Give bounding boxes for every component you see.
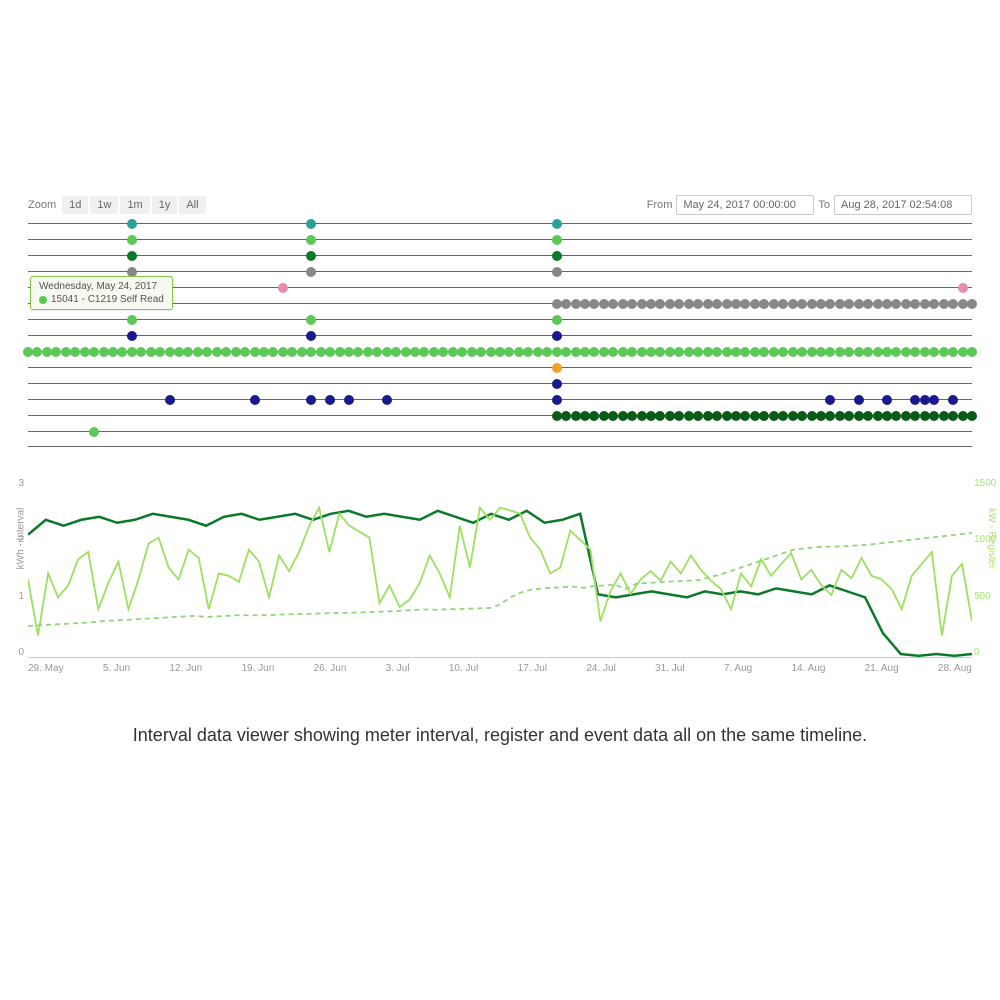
event-dot[interactable] — [306, 251, 316, 261]
tooltip-item-label: 15041 - C1219 Self Read — [51, 294, 164, 305]
event-dot[interactable] — [325, 395, 335, 405]
event-dot[interactable] — [306, 267, 316, 277]
from-date-input[interactable] — [676, 195, 814, 215]
event-timeline-chart[interactable]: Wednesday, May 24, 2017 15041 - C1219 Se… — [0, 223, 1000, 443]
event-dot[interactable] — [306, 219, 316, 229]
zoom-1y-button[interactable]: 1y — [152, 196, 178, 214]
event-row — [28, 239, 972, 255]
zoom-1m-button[interactable]: 1m — [120, 196, 149, 214]
event-row — [28, 431, 972, 447]
y-axis-left: 3210 — [6, 478, 24, 658]
tooltip: Wednesday, May 24, 2017 15041 - C1219 Se… — [30, 276, 173, 310]
event-dot[interactable] — [948, 395, 958, 405]
to-date-input[interactable] — [834, 195, 972, 215]
event-row — [28, 351, 972, 367]
event-dot[interactable] — [306, 315, 316, 325]
event-row — [28, 255, 972, 271]
y-axis-right: 150010005000 — [974, 478, 1000, 658]
event-dot[interactable] — [967, 411, 977, 421]
event-dot[interactable] — [552, 251, 562, 261]
event-dot[interactable] — [882, 395, 892, 405]
event-dot[interactable] — [552, 395, 562, 405]
caption: Interval data viewer showing meter inter… — [0, 723, 1000, 748]
zoom-label: Zoom — [28, 199, 56, 211]
event-dot[interactable] — [967, 299, 977, 309]
event-dot[interactable] — [278, 283, 288, 293]
event-dot[interactable] — [552, 267, 562, 277]
zoom-all-button[interactable]: All — [179, 196, 205, 214]
event-dot[interactable] — [306, 331, 316, 341]
event-row — [28, 319, 972, 335]
event-dot[interactable] — [382, 395, 392, 405]
event-dot[interactable] — [89, 427, 99, 437]
event-dot[interactable] — [306, 235, 316, 245]
plot-area — [28, 478, 972, 658]
zoom-1d-button[interactable]: 1d — [62, 196, 88, 214]
event-dot[interactable] — [825, 395, 835, 405]
event-dot[interactable] — [127, 331, 137, 341]
event-row — [28, 223, 972, 239]
event-row — [28, 367, 972, 383]
event-row — [28, 415, 972, 431]
event-dot[interactable] — [127, 235, 137, 245]
event-dot[interactable] — [967, 347, 977, 357]
event-dot[interactable] — [127, 315, 137, 325]
event-dot[interactable] — [250, 395, 260, 405]
tooltip-dot-icon — [39, 296, 47, 304]
x-axis: 29. May5. Jun12. Jun19. Jun26. Jun3. Jul… — [28, 663, 972, 674]
event-dot[interactable] — [854, 395, 864, 405]
event-dot[interactable] — [958, 283, 968, 293]
line-chart[interactable]: kWh - Interval kW - Register 3210 150010… — [28, 478, 972, 698]
event-dot[interactable] — [552, 379, 562, 389]
to-label: To — [818, 199, 830, 211]
from-label: From — [647, 199, 673, 211]
event-dot[interactable] — [306, 395, 316, 405]
event-dot[interactable] — [552, 331, 562, 341]
chart-controls: Zoom 1d 1w 1m 1y All From To — [0, 195, 1000, 223]
event-dot[interactable] — [552, 219, 562, 229]
event-dot[interactable] — [552, 235, 562, 245]
zoom-1w-button[interactable]: 1w — [90, 196, 118, 214]
event-dot[interactable] — [127, 251, 137, 261]
event-dot[interactable] — [344, 395, 354, 405]
tooltip-date: Wednesday, May 24, 2017 — [39, 281, 164, 292]
event-dot[interactable] — [127, 219, 137, 229]
event-dot[interactable] — [552, 363, 562, 373]
event-dot[interactable] — [929, 395, 939, 405]
event-dot[interactable] — [165, 395, 175, 405]
event-dot[interactable] — [552, 315, 562, 325]
